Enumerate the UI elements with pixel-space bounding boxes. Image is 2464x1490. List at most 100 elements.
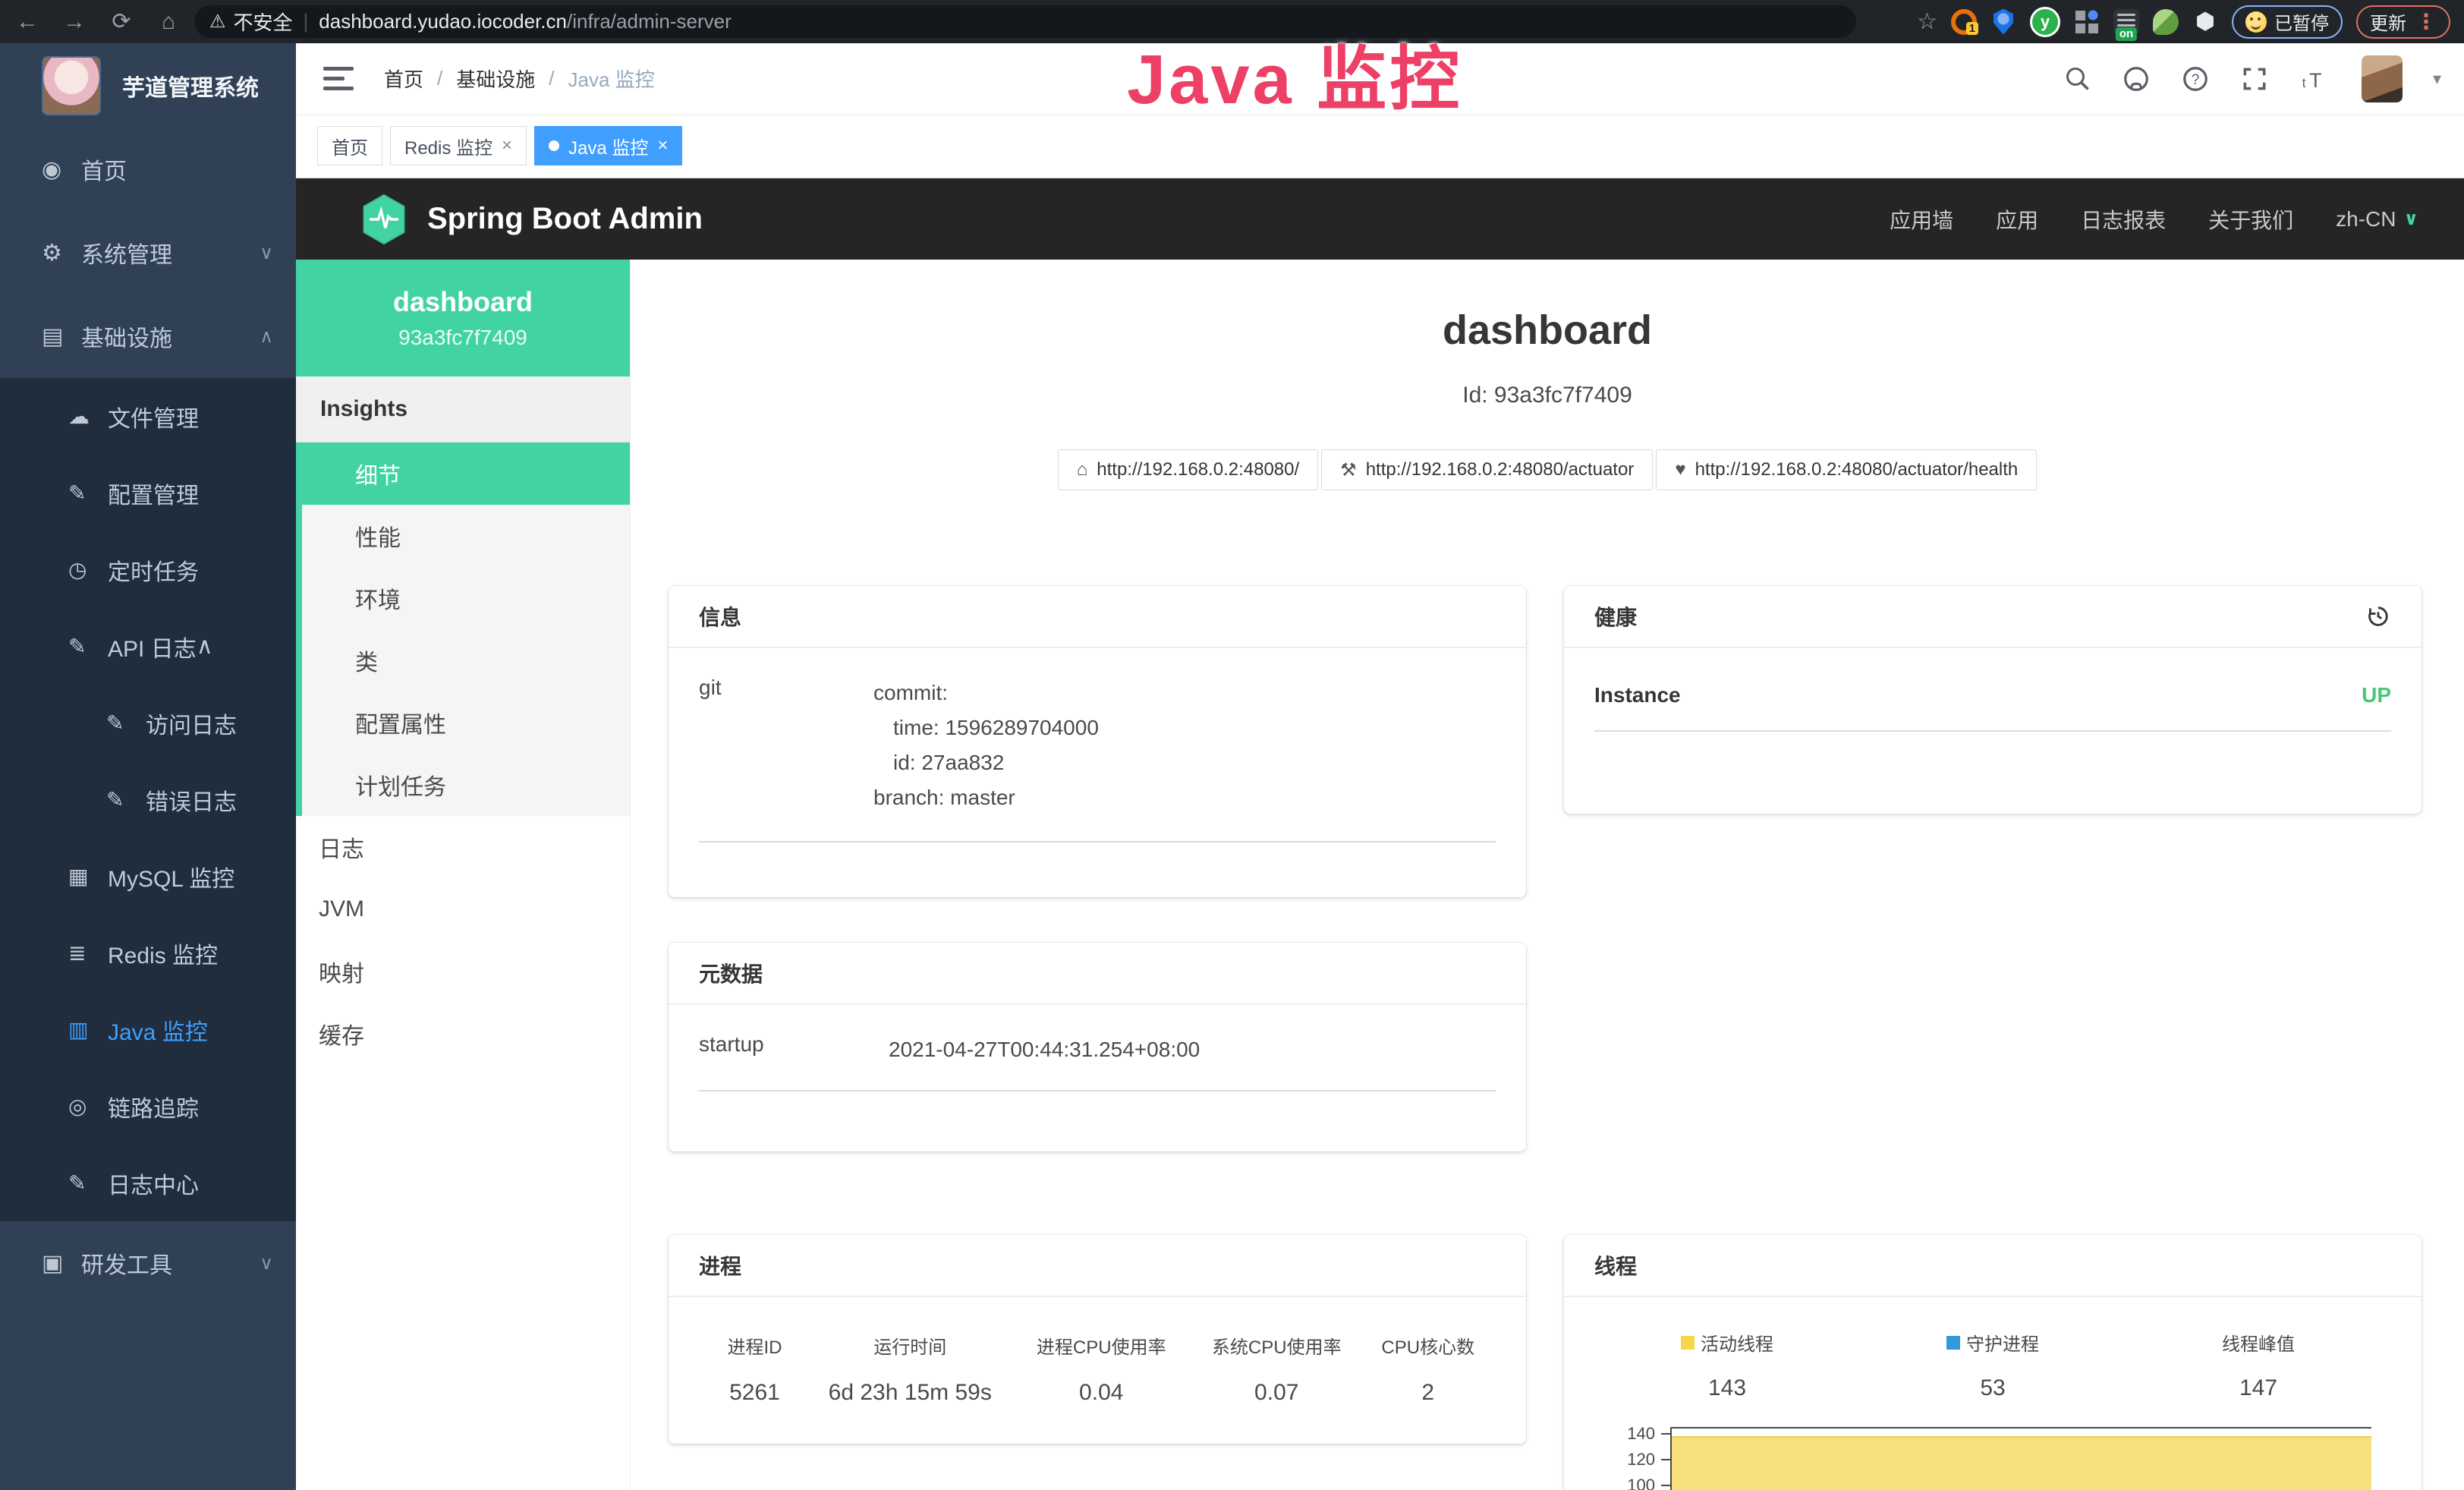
log-edit-icon: ✎: [106, 710, 146, 736]
chrome-update-button[interactable]: 更新 ⋮: [2356, 5, 2450, 39]
sba-nav-applications[interactable]: 应用: [1996, 204, 2038, 235]
tab-home[interactable]: 首页: [317, 126, 382, 165]
sidebar-item-logcenter[interactable]: ✎ 日志中心: [0, 1145, 296, 1221]
extension-y-icon[interactable]: y: [2030, 7, 2060, 37]
thread-stats: 活动线程 143 守护进程 53: [1594, 1329, 2391, 1401]
extension-pin-icon[interactable]: [1990, 9, 2016, 35]
sidebar-item-label: MySQL 监控: [108, 860, 234, 893]
sidebar-item-file[interactable]: ☁ 文件管理: [0, 378, 296, 455]
extension-list-icon[interactable]: on: [2113, 9, 2139, 35]
stat-value: 5261: [699, 1380, 810, 1406]
y-tick-120: 120: [1594, 1450, 1655, 1470]
breadcrumb-home[interactable]: 首页: [384, 65, 423, 93]
sidebar-item-label: 文件管理: [108, 400, 199, 433]
sba-item-environment[interactable]: 环境: [302, 567, 630, 629]
sidebar-item-infra[interactable]: ▤ 基础设施 ∧: [0, 295, 296, 378]
sba-item-classes[interactable]: 类: [302, 629, 630, 691]
sba-instance-id: 93a3fc7f7409: [398, 326, 527, 350]
actuator-url-button[interactable]: ⚒ http://192.168.0.2:48080/actuator: [1321, 449, 1653, 490]
not-secure-label[interactable]: 不安全: [234, 8, 293, 36]
sidebar-item-apilog[interactable]: ✎ API 日志 ∧: [0, 608, 296, 685]
chevron-up-icon: ∧: [197, 633, 213, 660]
kebab-menu-icon[interactable]: ⋮: [2415, 9, 2437, 34]
sba-insights-group: 细节 性能 环境 类 配置属性 计划任务: [296, 443, 630, 816]
extension-grid-icon[interactable]: [2074, 9, 2100, 35]
github-icon[interactable]: [2122, 65, 2151, 93]
service-url-button[interactable]: ⌂ http://192.168.0.2:48080/: [1058, 449, 1318, 490]
extension-orange-icon[interactable]: 1: [1951, 9, 1977, 35]
sidebar-item-label: 研发工具: [81, 1246, 260, 1280]
health-card-title: 健康: [1564, 586, 2422, 648]
sidebar-item-trace[interactable]: ◎ 链路追踪: [0, 1068, 296, 1145]
stat-label: 进程CPU使用率: [1010, 1332, 1194, 1359]
sba-language-select[interactable]: zh-CN ∨: [2336, 207, 2418, 232]
hamburger-icon[interactable]: [323, 67, 354, 90]
sidebar-item-home[interactable]: ◉ 首页: [0, 128, 296, 211]
search-icon[interactable]: [2064, 65, 2091, 93]
sba-nav-about[interactable]: 关于我们: [2208, 204, 2293, 235]
history-icon[interactable]: [2365, 603, 2391, 629]
tab-java-active[interactable]: Java 监控 ×: [534, 126, 682, 165]
sidebar-submenu-infra: ☁ 文件管理 ✎ 配置管理 ◷ 定时任务 ✎ API 日志 ∧ ✎ 访问日志 ✎: [0, 378, 296, 1221]
back-icon[interactable]: ←: [14, 9, 41, 35]
sidebar-item-accesslog[interactable]: ✎ 访问日志: [0, 685, 296, 761]
sba-nav-wallboard[interactable]: 应用墙: [1890, 204, 1953, 235]
font-size-icon[interactable]: t T: [2299, 65, 2331, 93]
screen-icon: ▥: [68, 1017, 108, 1042]
sba-item-details-active[interactable]: 细节: [302, 443, 630, 505]
sidebar-item-mysql[interactable]: ▦ MySQL 监控: [0, 838, 296, 915]
extensions-puzzle-icon[interactable]: ⬢: [2192, 9, 2218, 35]
sba-item-scheduledtasks[interactable]: 计划任务: [302, 754, 630, 816]
fullscreen-icon[interactable]: [2240, 65, 2269, 93]
cloud-upload-icon: ☁: [68, 404, 108, 429]
toolbox-icon: ▣: [42, 1250, 81, 1277]
sidebar-item-devtool[interactable]: ▣ 研发工具 ∨: [0, 1221, 296, 1305]
profile-paused-chip[interactable]: 已暂停: [2232, 5, 2343, 39]
forward-icon[interactable]: →: [61, 9, 88, 35]
breadcrumb: 首页 / 基础设施 / Java 监控: [384, 65, 655, 93]
user-avatar[interactable]: [2362, 55, 2403, 102]
sba-nav-journal[interactable]: 日志报表: [2081, 204, 2166, 235]
sidebar-item-errorlog[interactable]: ✎ 错误日志: [0, 761, 296, 838]
sidebar-item-config[interactable]: ✎ 配置管理: [0, 455, 296, 531]
extension-leaf-icon[interactable]: [2153, 9, 2179, 35]
sba-item-metrics[interactable]: 性能: [302, 505, 630, 567]
breadcrumb-infra[interactable]: 基础设施: [456, 65, 535, 93]
sba-body: dashboard 93a3fc7f7409 Insights 细节 性能 环境…: [296, 260, 2464, 1490]
not-secure-icon: ⚠: [209, 11, 226, 33]
sba-instance-header[interactable]: dashboard 93a3fc7f7409: [296, 260, 630, 376]
sba-item-logs[interactable]: 日志: [296, 816, 630, 878]
sba-item-caches[interactable]: 缓存: [296, 1003, 630, 1065]
threads-card-title: 线程: [1564, 1235, 2422, 1297]
tab-redis[interactable]: Redis 监控 ×: [390, 126, 527, 165]
timer-icon: ◷: [68, 557, 108, 582]
live-threads: 活动线程 143: [1594, 1329, 1860, 1401]
sba-item-configprops[interactable]: 配置属性: [302, 691, 630, 754]
edit-icon: ✎: [68, 480, 108, 506]
sba-brand-title: Spring Boot Admin: [427, 202, 703, 236]
avatar-caret-icon[interactable]: ▾: [2433, 69, 2441, 89]
actuator-url: http://192.168.0.2:48080/actuator: [1366, 459, 1635, 480]
chevron-up-icon: ∧: [260, 326, 273, 348]
sba-item-mappings[interactable]: 映射: [296, 940, 630, 1003]
sidebar-item-system[interactable]: ⚙ 系统管理 ∨: [0, 211, 296, 295]
home-icon[interactable]: ⌂: [155, 9, 182, 35]
address-bar[interactable]: ⚠ 不安全 | dashboard.yudao.iocoder.cn /infr…: [194, 5, 1856, 38]
health-url-button[interactable]: ♥ http://192.168.0.2:48080/actuator/heal…: [1656, 449, 2037, 490]
stat-value: 6d 23h 15m 59s: [810, 1380, 1010, 1406]
bookmark-star-icon[interactable]: ☆: [1917, 8, 1937, 35]
extension-on-badge: on: [2116, 27, 2137, 41]
close-icon[interactable]: ×: [502, 135, 512, 156]
sba-item-jvm[interactable]: JVM: [296, 878, 630, 940]
sidebar-item-redis[interactable]: ≣ Redis 监控: [0, 915, 296, 991]
service-url: http://192.168.0.2:48080/: [1097, 459, 1299, 480]
sba-content: dashboard Id: 93a3fc7f7409 ⌂ http://192.…: [631, 260, 2464, 1490]
sidebar-item-java-active[interactable]: ▥ Java 监控: [0, 991, 296, 1068]
close-icon[interactable]: ×: [657, 135, 668, 156]
reload-icon[interactable]: ⟳: [108, 8, 135, 35]
sidebar-item-job[interactable]: ◷ 定时任务: [0, 531, 296, 608]
home-icon: ⌂: [1077, 459, 1088, 480]
tick-mark: [1661, 1459, 1670, 1460]
process-card-title: 进程: [669, 1235, 1526, 1297]
help-icon[interactable]: ?: [2181, 65, 2210, 93]
